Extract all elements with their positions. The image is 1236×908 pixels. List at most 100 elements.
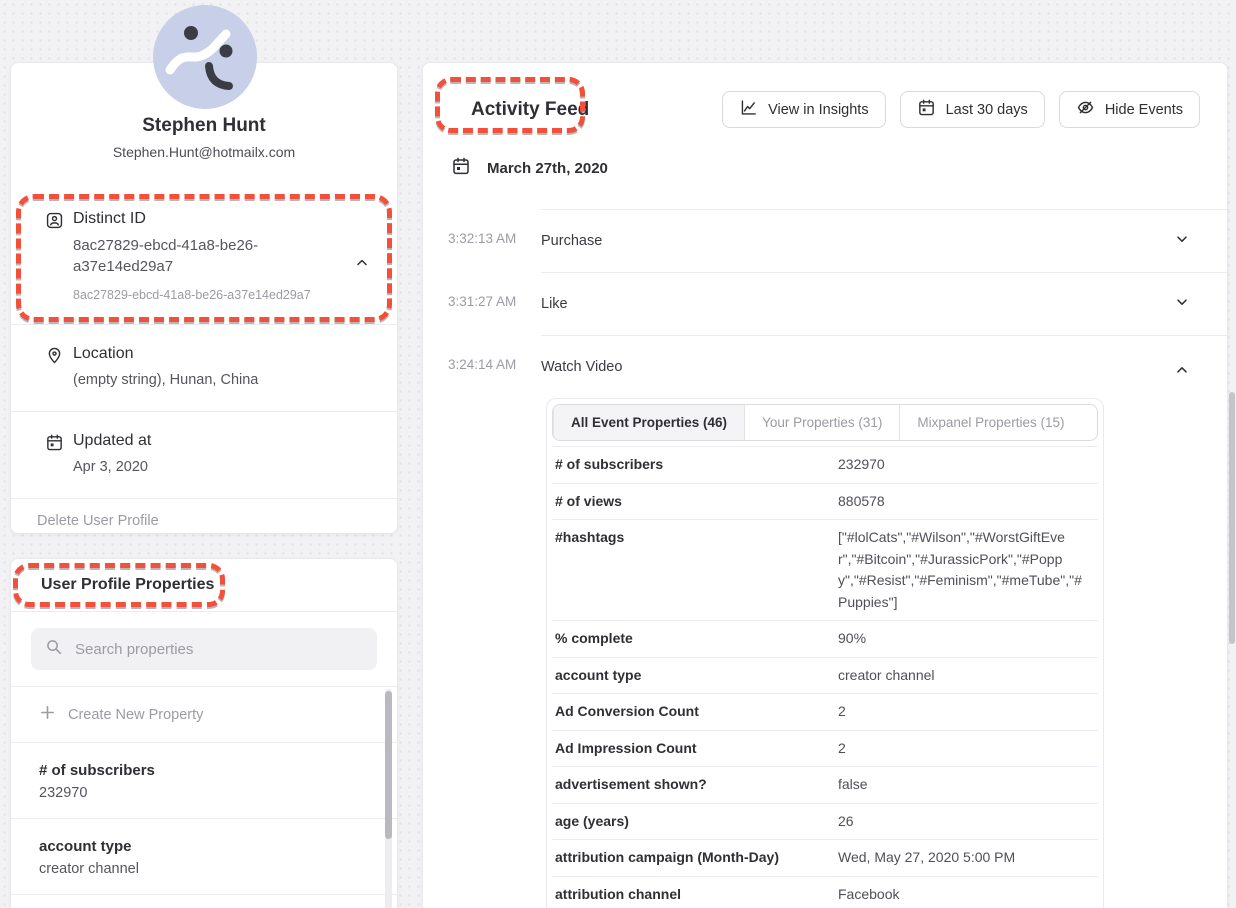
event-row[interactable]: 3:31:27 AM Like (423, 272, 1227, 335)
create-new-property-label: Create New Property (68, 707, 203, 723)
hide-events-button[interactable]: Hide Events (1059, 91, 1200, 128)
calendar-icon (917, 98, 936, 121)
mixpanel-user-profile-page: Stephen Hunt Stephen.Hunt@hotmailx.com D… (0, 0, 1236, 908)
event-property-name: # of subscribers (555, 454, 838, 476)
activity-feed-title: Activity Feed (471, 99, 589, 121)
event-properties-panel: All Event Properties (46) Your Propertie… (546, 398, 1104, 908)
search-icon (45, 638, 63, 661)
chevron-toggle-icon[interactable] (1175, 232, 1189, 251)
search-properties-input[interactable] (75, 641, 363, 658)
event-property-value: false (838, 774, 1090, 796)
properties-panel-title: User Profile Properties (41, 576, 214, 594)
event-property-name: Ad Conversion Count (555, 701, 838, 723)
event-name: Like (541, 296, 568, 312)
view-in-insights-label: View in Insights (768, 102, 868, 118)
location-pin-icon (45, 345, 65, 391)
event-property-value: 2 (838, 738, 1090, 760)
calendar-icon (451, 156, 471, 181)
activity-feed-card: Activity Feed View in Insights (422, 62, 1228, 908)
properties-list: Create New Property # of subscribers 232… (11, 687, 397, 895)
event-property-name: advertisement shown? (555, 774, 838, 796)
property-list-item[interactable]: # of subscribers 232970 (11, 743, 397, 819)
event-property-name: age (years) (555, 811, 838, 833)
event-property-value: 2 (838, 701, 1090, 723)
event-property-name: attribution channel (555, 884, 838, 906)
event-property-row: attribution channel Facebook (552, 876, 1098, 908)
event-property-row: % complete 90% (552, 620, 1098, 657)
create-new-property-button[interactable]: Create New Property (11, 687, 397, 743)
plus-icon (39, 704, 56, 725)
property-value: creator channel (39, 861, 357, 877)
property-name: account type (39, 838, 357, 855)
event-name: Purchase (541, 233, 602, 249)
distinct-id-value: 8ac27829-ebcd-41a8-be26-a37e14ed29a7 (73, 235, 288, 277)
date-range-button[interactable]: Last 30 days (900, 91, 1045, 128)
event-name: Watch Video (541, 359, 622, 375)
event-time: 3:32:13 AM (448, 231, 516, 246)
location-label: Location (73, 345, 258, 363)
chevron-toggle-icon[interactable] (1175, 358, 1189, 377)
property-list-item[interactable]: account type creator channel (11, 819, 397, 895)
user-name: Stephen Hunt (11, 115, 397, 137)
updated-at-section: Updated at Apr 3, 2020 (11, 412, 397, 498)
event-property-value: 26 (838, 811, 1090, 833)
event-property-row: # of subscribers 232970 (552, 446, 1098, 483)
event-time: 3:24:14 AM (448, 357, 516, 372)
avatar (153, 5, 257, 109)
user-email: Stephen.Hunt@hotmailx.com (11, 144, 397, 160)
event-property-value: ["#lolCats","#Wilson","#WorstGiftEver","… (838, 527, 1090, 613)
search-properties-box[interactable] (31, 628, 377, 670)
event-property-name: attribution campaign (Month-Day) (555, 847, 838, 869)
date-range-label: Last 30 days (946, 102, 1028, 118)
date-header: March 27th, 2020 (487, 160, 608, 177)
event-property-value: 880578 (838, 491, 1090, 513)
event-property-row: account type creator channel (552, 657, 1098, 694)
property-name: # of subscribers (39, 762, 357, 779)
list-scrollbar-thumb[interactable] (385, 691, 392, 839)
event-properties-table: # of subscribers 232970 # of views 88057… (552, 446, 1098, 908)
event-property-row: Ad Conversion Count 2 (552, 693, 1098, 730)
event-property-row: advertisement shown? false (552, 766, 1098, 803)
distinct-id-section: Distinct ID 8ac27829-ebcd-41a8-be26-a37e… (11, 184, 397, 324)
user-profile-properties-card: User Profile Properties (10, 558, 398, 908)
event-time: 3:31:27 AM (448, 294, 516, 309)
chevron-toggle-icon[interactable] (1175, 295, 1189, 314)
hide-events-label: Hide Events (1105, 102, 1183, 118)
view-in-insights-button[interactable]: View in Insights (722, 91, 885, 128)
event-properties-tab[interactable]: Mixpanel Properties (15) (899, 405, 1081, 440)
distinct-id-value-small: 8ac27829-ebcd-41a8-be26-a37e14ed29a7 (73, 288, 311, 302)
event-property-name: account type (555, 665, 838, 687)
chevron-up-icon[interactable] (355, 256, 369, 275)
profile-card: Stephen Hunt Stephen.Hunt@hotmailx.com D… (10, 62, 398, 534)
event-row[interactable]: 3:24:14 AM Watch Video (423, 335, 1227, 398)
location-section: Location (empty string), Hunan, China (11, 325, 397, 411)
event-property-row: # of views 880578 (552, 483, 1098, 520)
updated-at-label: Updated at (73, 432, 151, 450)
event-property-name: % complete (555, 628, 838, 650)
event-property-value: Facebook (838, 884, 1090, 906)
event-property-row: #hashtags ["#lolCats","#Wilson","#WorstG… (552, 519, 1098, 620)
updated-at-value: Apr 3, 2020 (73, 457, 151, 478)
event-property-name: # of views (555, 491, 838, 513)
event-row[interactable]: 3:32:13 AM Purchase (423, 209, 1227, 272)
event-property-value: creator channel (838, 665, 1090, 687)
event-properties-tab[interactable]: All Event Properties (46) (553, 405, 744, 440)
event-properties-tabbar: All Event Properties (46) Your Propertie… (552, 404, 1098, 441)
event-property-value: 232970 (838, 454, 1090, 476)
eye-off-icon (1076, 98, 1095, 121)
event-properties-tab[interactable]: Your Properties (31) (744, 405, 899, 440)
id-badge-icon (45, 210, 65, 302)
event-property-value: 90% (838, 628, 1090, 650)
distinct-id-label: Distinct ID (73, 210, 311, 228)
event-property-row: Ad Impression Count 2 (552, 730, 1098, 767)
location-value: (empty string), Hunan, China (73, 370, 258, 391)
calendar-icon (45, 432, 65, 478)
event-property-row: attribution campaign (Month-Day) Wed, Ma… (552, 839, 1098, 876)
event-property-name: Ad Impression Count (555, 738, 838, 760)
property-value: 232970 (39, 785, 357, 801)
delete-user-profile-link[interactable]: Delete User Profile (11, 499, 397, 543)
insights-chart-icon (739, 98, 758, 121)
page-scrollbar-thumb[interactable] (1229, 392, 1235, 644)
event-property-value: Wed, May 27, 2020 5:00 PM (838, 847, 1090, 869)
event-property-name: #hashtags (555, 527, 838, 613)
